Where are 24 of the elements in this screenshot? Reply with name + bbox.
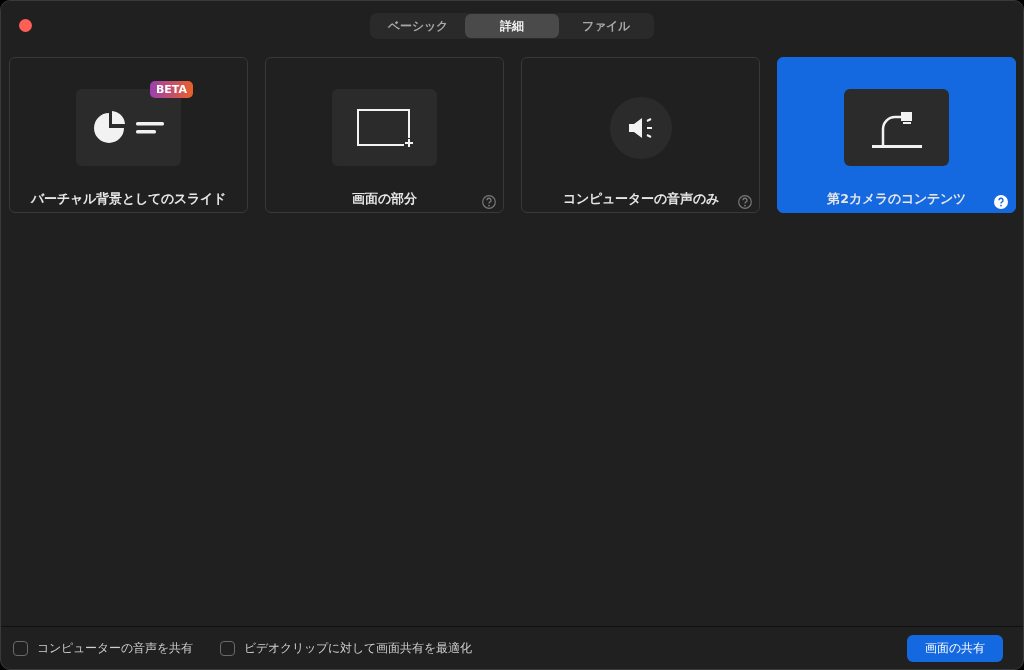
close-button[interactable] [19,19,32,32]
card-label: 画面の部分 [352,191,417,208]
speaker-icon [626,116,655,140]
share-screen-button[interactable]: 画面の共有 [907,634,1003,662]
card-label: 第2カメラのコンテンツ [827,191,966,208]
tab[interactable]: 詳細 [465,14,559,38]
tab[interactable]: ベーシック [371,14,465,38]
tab[interactable]: ファイル [559,14,653,38]
share-option-card[interactable]: 第2カメラのコンテンツ [777,57,1016,213]
share-option-card[interactable]: 画面の部分 [265,57,504,213]
card-label: バーチャル背景としてのスライド [31,191,226,208]
share-option-card[interactable]: BETA バーチャル背景としてのスライド [9,57,248,213]
beta-badge: BETA [149,81,193,98]
help-icon[interactable] [482,195,496,209]
checkbox[interactable] [13,640,28,656]
checkbox-label: ビデオクリップに対して画面共有を最適化 [244,639,472,657]
help-icon[interactable] [994,195,1008,209]
checkbox[interactable] [220,640,235,656]
selection-rectangle-icon [355,107,414,148]
help-icon[interactable] [738,195,752,209]
chart-text-icon [91,110,166,145]
share-option-card[interactable]: コンピューターの音声のみ [521,57,760,213]
checkbox-label: コンピューターの音声を共有 [37,639,193,657]
card-label: コンピューターの音声のみ [562,191,719,208]
